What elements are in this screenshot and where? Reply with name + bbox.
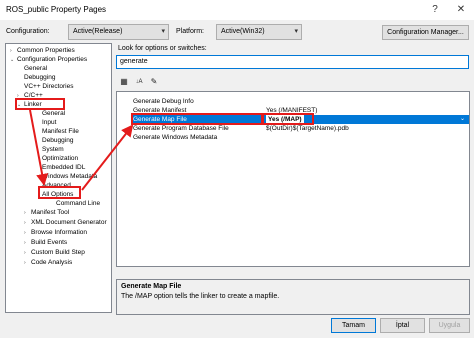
- ok-button[interactable]: Tamam: [331, 318, 376, 333]
- tree-item-xml-document-generator[interactable]: › XML Document Generator: [24, 218, 107, 227]
- tree-item-windows-metadata[interactable]: Windows Metadata: [42, 172, 97, 181]
- chevron-down-icon: ▾: [161, 28, 165, 35]
- sort-alphabetical-icon[interactable]: ↓A: [133, 76, 145, 88]
- property-pages-icon[interactable]: ✎: [148, 76, 160, 88]
- description-panel: Generate Map File The /MAP option tells …: [116, 279, 470, 315]
- configuration-value: Active(Release): [73, 28, 123, 35]
- property-value: $(OutDir)$(TargetName).pdb: [266, 125, 349, 132]
- description-text: The /MAP option tells the linker to crea…: [121, 293, 280, 300]
- chevron-down-icon[interactable]: ⌄: [10, 56, 17, 65]
- window-title: ROS_public Property Pages: [6, 5, 107, 14]
- platform-select[interactable]: Active(Win32) ▾: [216, 24, 302, 40]
- chevron-down-icon: ▾: [294, 28, 298, 35]
- apply-button: Uygula: [429, 318, 470, 333]
- help-button[interactable]: ?: [422, 0, 448, 20]
- chevron-right-icon[interactable]: ›: [24, 219, 31, 228]
- chevron-right-icon[interactable]: ›: [24, 209, 31, 218]
- tree-item-optimization[interactable]: Optimization: [42, 154, 78, 163]
- tree-item-command-line[interactable]: Command Line: [56, 199, 100, 208]
- cancel-button[interactable]: İptal: [380, 318, 425, 333]
- tree-item-custom-build-step[interactable]: › Custom Build Step: [24, 248, 85, 257]
- tree-item-input[interactable]: Input: [42, 118, 56, 127]
- configuration-bar: Configuration: Active(Release) ▾ Platfor…: [0, 20, 474, 44]
- annotation-box-all-options: [38, 186, 81, 199]
- grid-row[interactable]: Generate Windows Metadata: [131, 133, 469, 142]
- tree-item-manifest-tool[interactable]: › Manifest Tool: [24, 208, 69, 217]
- chevron-right-icon[interactable]: ›: [24, 259, 31, 268]
- grid-toolbar: ▦ ↓A ✎: [116, 75, 469, 89]
- property-pane: Look for options or switches: generate ▦…: [116, 43, 470, 315]
- property-tree[interactable]: › Common Properties ⌄ Configuration Proper…: [5, 43, 112, 313]
- grid-row[interactable]: Generate Program Database File $(OutDir)…: [131, 124, 469, 133]
- annotation-box-map-value: [262, 113, 314, 125]
- tree-item-linker-debugging[interactable]: Debugging: [42, 136, 73, 145]
- description-title: Generate Map File: [121, 283, 182, 290]
- tree-item-debugging[interactable]: Debugging: [24, 73, 55, 82]
- annotation-box-generate-map-file: [131, 113, 263, 125]
- grid-row[interactable]: Generate Debug Info: [131, 97, 469, 106]
- title-bar: ROS_public Property Pages ? ✕: [0, 0, 474, 20]
- configuration-label: Configuration:: [6, 28, 50, 35]
- tree-item-configuration-properties[interactable]: ⌄ Configuration Properties: [10, 55, 87, 64]
- property-name: Generate Debug Info: [133, 98, 194, 105]
- tree-item-linker-general[interactable]: General: [42, 109, 65, 118]
- configuration-select[interactable]: Active(Release) ▾: [68, 24, 169, 40]
- tree-item-common-properties[interactable]: › Common Properties: [10, 46, 75, 55]
- platform-value: Active(Win32): [221, 28, 265, 35]
- search-input[interactable]: generate: [116, 55, 469, 69]
- chevron-right-icon[interactable]: ›: [24, 249, 31, 258]
- property-name: Generate Windows Metadata: [133, 134, 218, 141]
- tree-item-code-analysis[interactable]: › Code Analysis: [24, 258, 72, 267]
- property-name: Generate Program Database File: [133, 125, 229, 132]
- tree-item-browse-information[interactable]: › Browse Information: [24, 228, 87, 237]
- close-button[interactable]: ✕: [448, 0, 474, 20]
- search-label: Look for options or switches:: [118, 45, 207, 52]
- tree-item-build-events[interactable]: › Build Events: [24, 238, 67, 247]
- annotation-box-linker: [15, 98, 65, 110]
- tree-item-general[interactable]: General: [24, 64, 47, 73]
- platform-label: Platform:: [176, 28, 205, 35]
- tree-item-vc-directories[interactable]: VC++ Directories: [24, 82, 74, 91]
- categorized-icon[interactable]: ▦: [118, 76, 130, 88]
- tree-item-manifest-file[interactable]: Manifest File: [42, 127, 79, 136]
- chevron-down-icon[interactable]: ⌄: [460, 115, 465, 124]
- tree-item-embedded-idl[interactable]: Embedded IDL: [42, 163, 85, 172]
- chevron-right-icon[interactable]: ›: [24, 229, 31, 238]
- chevron-right-icon[interactable]: ›: [24, 239, 31, 248]
- tree-item-system[interactable]: System: [42, 145, 64, 154]
- configuration-manager-button[interactable]: Configuration Manager...: [382, 25, 469, 40]
